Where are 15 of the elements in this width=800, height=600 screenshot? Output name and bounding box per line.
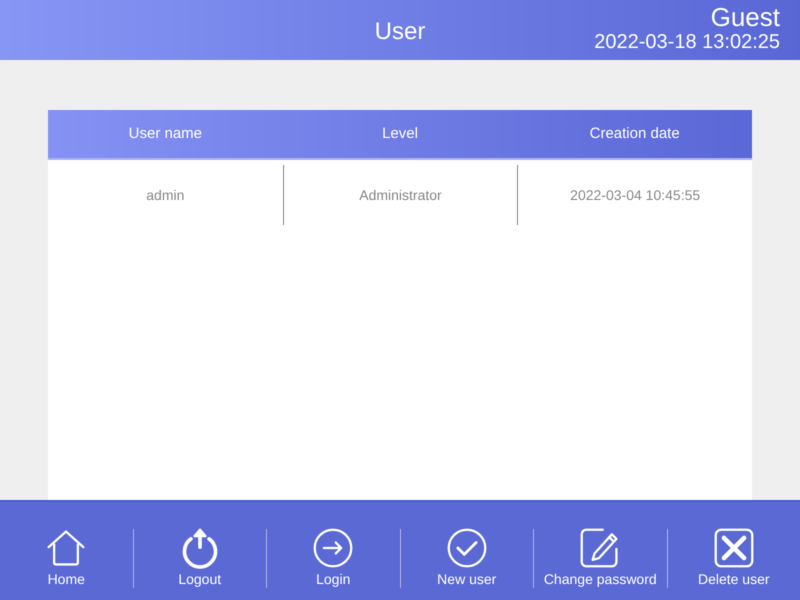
- toolbar-button[interactable]: Login: [267, 527, 400, 590]
- toolbar-button[interactable]: New user: [400, 527, 533, 590]
- toolbar-button[interactable]: Change password: [534, 527, 666, 590]
- table-cell-text: 2022-03-04 10:45:55: [570, 186, 700, 204]
- toolbar-button[interactable]: Logout: [134, 527, 266, 590]
- toolbar-button[interactable]: Delete user: [668, 527, 800, 590]
- column-header: Level: [382, 124, 418, 144]
- date-time: 2022-03-18 13:02:25: [594, 32, 780, 52]
- window-title: User: [374, 17, 426, 47]
- table-cell-text: admin: [146, 186, 184, 204]
- user-name: Guest: [710, 4, 780, 30]
- column-header: Creation date: [590, 124, 680, 144]
- table-cell-text: Administrator: [359, 186, 442, 204]
- column-header: User name: [128, 124, 202, 144]
- toolbar-button[interactable]: Home: [0, 527, 132, 590]
